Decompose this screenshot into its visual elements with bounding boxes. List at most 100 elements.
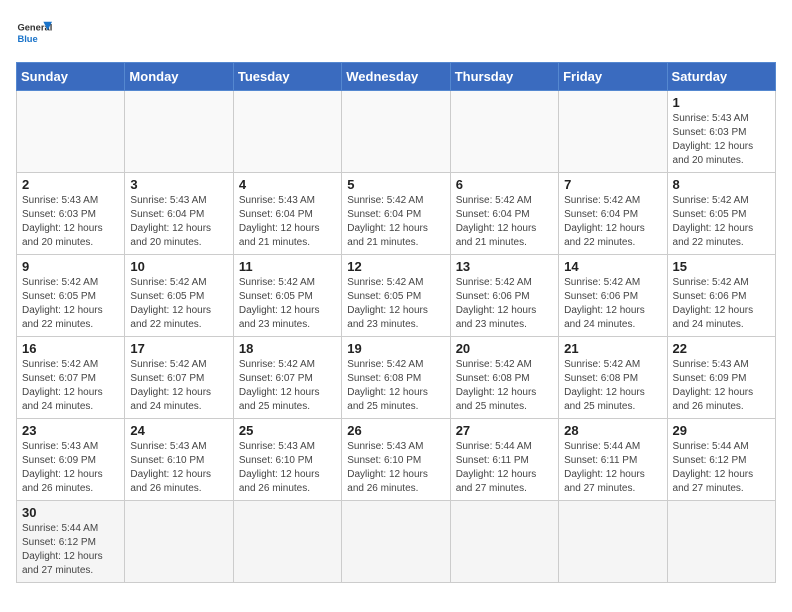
day-number: 7 [564, 177, 661, 192]
day-info: Sunrise: 5:42 AM Sunset: 6:05 PM Dayligh… [22, 276, 119, 332]
calendar-cell: 29 Sunrise: 5:44 AM Sunset: 6:12 PM Dayli… [667, 419, 775, 501]
weekday-header-sunday: Sunday [17, 63, 125, 91]
day-number: 2 [22, 177, 119, 192]
calendar-cell: 22 Sunrise: 5:43 AM Sunset: 6:09 PM Dayli… [667, 337, 775, 419]
calendar-cell: 9 Sunrise: 5:42 AM Sunset: 6:05 PM Daylig… [17, 255, 125, 337]
day-info: Sunrise: 5:42 AM Sunset: 6:08 PM Dayligh… [456, 358, 553, 414]
calendar-week-row: 30Sunrise: 5:44 AM Sunset: 6:12 PM Dayli… [17, 501, 776, 583]
calendar-week-row: 9 Sunrise: 5:42 AM Sunset: 6:05 PM Daylig… [17, 255, 776, 337]
day-number: 23 [22, 423, 119, 438]
day-number: 21 [564, 341, 661, 356]
calendar-cell [125, 91, 233, 173]
day-number: 9 [22, 259, 119, 274]
day-info: Sunrise: 5:43 AM Sunset: 6:09 PM Dayligh… [673, 358, 770, 414]
day-info: Sunrise: 5:43 AM Sunset: 6:04 PM Dayligh… [130, 194, 227, 250]
day-info: Sunrise: 5:43 AM Sunset: 6:10 PM Dayligh… [239, 440, 336, 496]
day-number: 16 [22, 341, 119, 356]
calendar-cell: 8 Sunrise: 5:42 AM Sunset: 6:05 PM Daylig… [667, 173, 775, 255]
calendar-week-row: 2 Sunrise: 5:43 AM Sunset: 6:03 PM Daylig… [17, 173, 776, 255]
day-number: 11 [239, 259, 336, 274]
calendar-cell [125, 501, 233, 583]
day-number: 17 [130, 341, 227, 356]
calendar-cell [17, 91, 125, 173]
calendar-cell: 26 Sunrise: 5:43 AM Sunset: 6:10 PM Dayli… [342, 419, 450, 501]
calendar-cell [559, 501, 667, 583]
calendar-cell: 12Sunrise: 5:42 AM Sunset: 6:05 PM Dayli… [342, 255, 450, 337]
day-number: 4 [239, 177, 336, 192]
day-info: Sunrise: 5:44 AM Sunset: 6:12 PM Dayligh… [673, 440, 770, 496]
calendar-cell: 7 Sunrise: 5:42 AM Sunset: 6:04 PM Daylig… [559, 173, 667, 255]
day-info: Sunrise: 5:42 AM Sunset: 6:08 PM Dayligh… [347, 358, 444, 414]
calendar-cell: 2 Sunrise: 5:43 AM Sunset: 6:03 PM Daylig… [17, 173, 125, 255]
weekday-header-tuesday: Tuesday [233, 63, 341, 91]
calendar-cell: 14 Sunrise: 5:42 AM Sunset: 6:06 PM Dayli… [559, 255, 667, 337]
weekday-header-thursday: Thursday [450, 63, 558, 91]
calendar-cell: 17 Sunrise: 5:42 AM Sunset: 6:07 PM Dayli… [125, 337, 233, 419]
weekday-header-wednesday: Wednesday [342, 63, 450, 91]
day-info: Sunrise: 5:42 AM Sunset: 6:04 PM Dayligh… [564, 194, 661, 250]
calendar-table: SundayMondayTuesdayWednesdayThursdayFrid… [16, 62, 776, 583]
day-info: Sunrise: 5:43 AM Sunset: 6:09 PM Dayligh… [22, 440, 119, 496]
day-number: 18 [239, 341, 336, 356]
calendar-cell: 11Sunrise: 5:42 AM Sunset: 6:05 PM Dayli… [233, 255, 341, 337]
day-number: 15 [673, 259, 770, 274]
day-number: 22 [673, 341, 770, 356]
day-number: 1 [673, 95, 770, 110]
day-number: 14 [564, 259, 661, 274]
calendar-cell [450, 91, 558, 173]
header: GeneralBlue [16, 16, 776, 52]
calendar-week-row: 23 Sunrise: 5:43 AM Sunset: 6:09 PM Dayli… [17, 419, 776, 501]
day-number: 24 [130, 423, 227, 438]
day-number: 29 [673, 423, 770, 438]
calendar-cell: 27Sunrise: 5:44 AM Sunset: 6:11 PM Dayli… [450, 419, 558, 501]
calendar-cell [233, 501, 341, 583]
weekday-header-friday: Friday [559, 63, 667, 91]
calendar-cell [450, 501, 558, 583]
day-number: 26 [347, 423, 444, 438]
calendar-cell [342, 501, 450, 583]
day-info: Sunrise: 5:43 AM Sunset: 6:03 PM Dayligh… [673, 112, 770, 168]
day-info: Sunrise: 5:42 AM Sunset: 6:07 PM Dayligh… [130, 358, 227, 414]
day-info: Sunrise: 5:42 AM Sunset: 6:04 PM Dayligh… [347, 194, 444, 250]
calendar-cell: 19 Sunrise: 5:42 AM Sunset: 6:08 PM Dayli… [342, 337, 450, 419]
day-info: Sunrise: 5:42 AM Sunset: 6:06 PM Dayligh… [564, 276, 661, 332]
day-info: Sunrise: 5:42 AM Sunset: 6:05 PM Dayligh… [673, 194, 770, 250]
calendar-cell: 30Sunrise: 5:44 AM Sunset: 6:12 PM Dayli… [17, 501, 125, 583]
day-info: Sunrise: 5:42 AM Sunset: 6:05 PM Dayligh… [130, 276, 227, 332]
day-info: Sunrise: 5:43 AM Sunset: 6:04 PM Dayligh… [239, 194, 336, 250]
weekday-header-monday: Monday [125, 63, 233, 91]
day-info: Sunrise: 5:42 AM Sunset: 6:08 PM Dayligh… [564, 358, 661, 414]
calendar-cell: 3 Sunrise: 5:43 AM Sunset: 6:04 PM Daylig… [125, 173, 233, 255]
day-number: 8 [673, 177, 770, 192]
calendar-cell: 5 Sunrise: 5:42 AM Sunset: 6:04 PM Daylig… [342, 173, 450, 255]
calendar-cell: 23 Sunrise: 5:43 AM Sunset: 6:09 PM Dayli… [17, 419, 125, 501]
calendar-cell: 10 Sunrise: 5:42 AM Sunset: 6:05 PM Dayli… [125, 255, 233, 337]
day-number: 6 [456, 177, 553, 192]
calendar-cell: 1 Sunrise: 5:43 AM Sunset: 6:03 PM Daylig… [667, 91, 775, 173]
day-info: Sunrise: 5:42 AM Sunset: 6:06 PM Dayligh… [673, 276, 770, 332]
weekday-header-saturday: Saturday [667, 63, 775, 91]
calendar-cell: 28 Sunrise: 5:44 AM Sunset: 6:11 PM Dayli… [559, 419, 667, 501]
calendar-cell: 15 Sunrise: 5:42 AM Sunset: 6:06 PM Dayli… [667, 255, 775, 337]
calendar-cell: 21 Sunrise: 5:42 AM Sunset: 6:08 PM Dayli… [559, 337, 667, 419]
day-number: 3 [130, 177, 227, 192]
day-info: Sunrise: 5:43 AM Sunset: 6:10 PM Dayligh… [130, 440, 227, 496]
day-number: 19 [347, 341, 444, 356]
day-number: 28 [564, 423, 661, 438]
day-number: 5 [347, 177, 444, 192]
day-number: 12 [347, 259, 444, 274]
calendar-week-row: 1 Sunrise: 5:43 AM Sunset: 6:03 PM Daylig… [17, 91, 776, 173]
day-info: Sunrise: 5:42 AM Sunset: 6:04 PM Dayligh… [456, 194, 553, 250]
day-info: Sunrise: 5:43 AM Sunset: 6:03 PM Dayligh… [22, 194, 119, 250]
day-number: 13 [456, 259, 553, 274]
logo-icon: GeneralBlue [16, 16, 52, 52]
day-info: Sunrise: 5:44 AM Sunset: 6:11 PM Dayligh… [456, 440, 553, 496]
calendar-cell: 20Sunrise: 5:42 AM Sunset: 6:08 PM Dayli… [450, 337, 558, 419]
calendar-cell: 4 Sunrise: 5:43 AM Sunset: 6:04 PM Daylig… [233, 173, 341, 255]
day-number: 10 [130, 259, 227, 274]
day-number: 30 [22, 505, 119, 520]
day-info: Sunrise: 5:44 AM Sunset: 6:11 PM Dayligh… [564, 440, 661, 496]
day-info: Sunrise: 5:43 AM Sunset: 6:10 PM Dayligh… [347, 440, 444, 496]
day-info: Sunrise: 5:42 AM Sunset: 6:07 PM Dayligh… [22, 358, 119, 414]
day-info: Sunrise: 5:42 AM Sunset: 6:07 PM Dayligh… [239, 358, 336, 414]
